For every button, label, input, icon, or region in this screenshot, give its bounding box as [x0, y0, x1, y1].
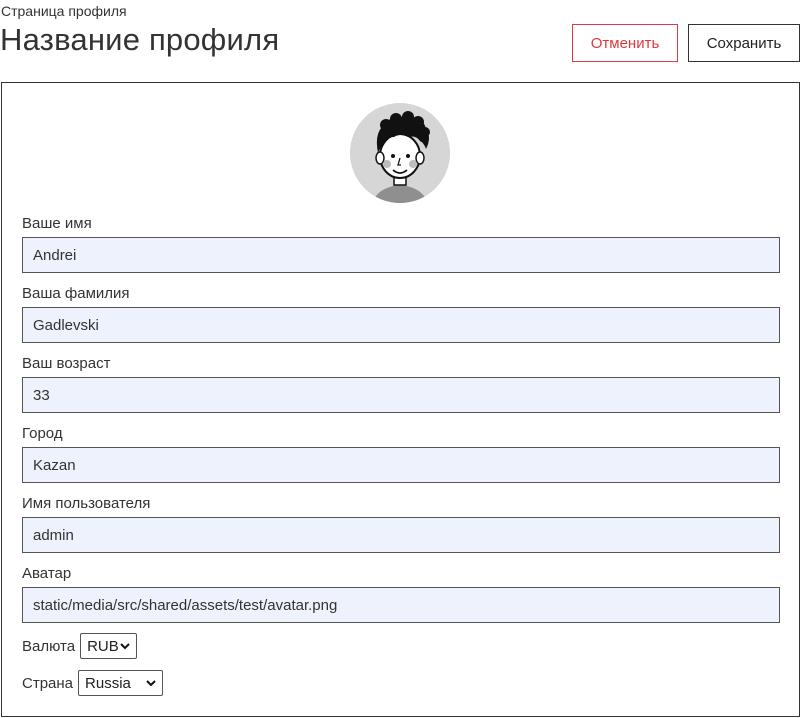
first-name-field[interactable]: [22, 237, 780, 273]
chevron-down-icon: [146, 680, 156, 687]
age-field[interactable]: [22, 377, 780, 413]
last-name-field[interactable]: [22, 307, 780, 343]
username-field[interactable]: [22, 517, 780, 553]
username-label: Имя пользователя: [22, 495, 151, 512]
last-name-label: Ваша фамилия: [22, 285, 130, 302]
currency-label: Валюта: [22, 637, 76, 655]
chevron-down-icon: [120, 643, 130, 650]
save-button[interactable]: Сохранить: [688, 24, 800, 62]
currency-select[interactable]: RUB: [80, 633, 138, 659]
city-field[interactable]: [22, 447, 780, 483]
country-select[interactable]: Russia: [78, 670, 164, 696]
city-label: Город: [22, 425, 63, 442]
currency-select-value: RUB: [87, 637, 119, 655]
page-subtitle: Страница профиля: [1, 3, 127, 19]
avatar-url-field[interactable]: [22, 587, 780, 623]
cancel-button[interactable]: Отменить: [572, 24, 678, 62]
country-row: Страна Russia: [22, 670, 164, 696]
country-label: Страна: [22, 674, 74, 692]
avatar: [350, 103, 450, 203]
avatar-url-label: Аватар: [22, 565, 72, 582]
country-select-value: Russia: [85, 674, 131, 692]
currency-row: Валюта RUB: [22, 633, 138, 659]
profile-card: Ваше имя Ваша фамилия Ваш возраст Город …: [1, 82, 800, 717]
first-name-label: Ваше имя: [22, 215, 92, 232]
page-title: Название профиля: [0, 22, 280, 57]
user-avatar-icon: [350, 103, 450, 203]
age-label: Ваш возраст: [22, 355, 111, 372]
